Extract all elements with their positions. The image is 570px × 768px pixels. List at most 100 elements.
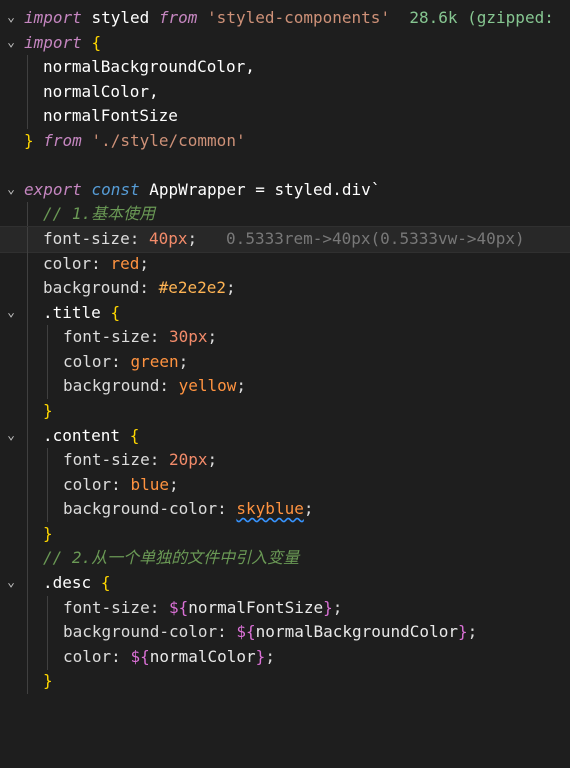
variable: normalFontSize xyxy=(188,598,324,617)
indent-guide xyxy=(27,104,28,129)
variable: normalColor xyxy=(149,647,256,666)
indent-guide xyxy=(47,596,48,621)
indent-guide xyxy=(27,645,28,670)
code-line-26[interactable]: background-color: ${normalBackgroundColo… xyxy=(0,620,570,645)
css-value: red xyxy=(110,254,140,273)
indent-guide xyxy=(47,473,48,498)
string: './style/common' xyxy=(91,131,246,150)
code-line-4[interactable]: normalColor, xyxy=(0,80,570,105)
indent-guide xyxy=(27,202,28,227)
brace: { xyxy=(100,573,111,592)
code-line-1[interactable]: ⌄ import styled from 'styled-components'… xyxy=(0,6,570,31)
fold-chevron-icon[interactable]: ⌄ xyxy=(0,31,22,56)
indent-guide xyxy=(27,424,28,449)
code-line-14[interactable]: font-size: 30px; xyxy=(0,325,570,350)
fold-chevron-icon[interactable]: ⌄ xyxy=(0,178,22,203)
semicolon: ; xyxy=(467,622,478,641)
code-line-3[interactable]: normalBackgroundColor, xyxy=(0,55,570,80)
code-line-9[interactable]: // 1.基本使用 xyxy=(0,202,570,227)
code-line-16[interactable]: background: yellow; xyxy=(0,374,570,399)
code-line-19[interactable]: font-size: 20px; xyxy=(0,448,570,473)
code-line-8[interactable]: ⌄ export const AppWrapper = styled.div` xyxy=(0,178,570,203)
css-value: #e2e2e2 xyxy=(158,278,227,297)
indent-guide xyxy=(27,669,28,694)
code-line-27[interactable]: color: ${normalColor}; xyxy=(0,645,570,670)
semicolon: ; xyxy=(303,499,314,518)
indent-guide xyxy=(27,596,28,621)
code-line-5[interactable]: normalFontSize xyxy=(0,104,570,129)
indent-guide xyxy=(27,350,28,375)
indent-guide xyxy=(47,374,48,399)
css-selector: .content xyxy=(43,426,121,445)
semicolon: ; xyxy=(226,278,236,297)
indent-guide xyxy=(27,399,28,424)
css-value: 30px xyxy=(168,327,208,346)
css-selector: .desc xyxy=(43,573,92,592)
css-property: color: xyxy=(63,647,121,666)
indent-guide xyxy=(27,325,28,350)
code-line-28[interactable]: } xyxy=(0,669,570,694)
code-line-2[interactable]: ⌄ import { xyxy=(0,31,570,56)
semicolon: ; xyxy=(236,376,247,395)
indent-guide xyxy=(27,227,28,252)
code-line-22[interactable]: } xyxy=(0,522,570,547)
indent-guide xyxy=(27,448,28,473)
brace: } xyxy=(43,524,53,543)
code-line-10[interactable]: font-size: 40px; 0.5333rem->40px(0.5333v… xyxy=(0,226,570,253)
css-property: background: xyxy=(63,376,169,395)
code-line-21[interactable]: background-color: skyblue; xyxy=(0,497,570,522)
fold-chevron-icon[interactable]: ⌄ xyxy=(0,424,22,449)
indent-guide xyxy=(47,350,48,375)
variable: normalBackgroundColor xyxy=(255,622,458,641)
keyword: import xyxy=(24,8,82,27)
identifier: normalFontSize xyxy=(43,106,178,125)
indent-guide xyxy=(27,80,28,105)
code-line-25[interactable]: font-size: ${normalFontSize}; xyxy=(0,596,570,621)
fold-chevron-icon[interactable]: ⌄ xyxy=(0,301,22,326)
indent-guide xyxy=(47,325,48,350)
indent-guide xyxy=(47,645,48,670)
identifier: styled.div` xyxy=(274,180,381,199)
indent-guide xyxy=(47,497,48,522)
comment: // 2.从一个单独的文件中引入变量 xyxy=(43,548,300,567)
css-property: background-color: xyxy=(63,499,227,518)
css-selector: .title xyxy=(43,303,101,322)
semicolon: ; xyxy=(207,450,218,469)
code-line-12[interactable]: background: #e2e2e2; xyxy=(0,276,570,301)
code-line-23[interactable]: // 2.从一个单独的文件中引入变量 xyxy=(0,546,570,571)
css-property: color: xyxy=(43,254,101,273)
keyword: export xyxy=(24,180,82,199)
css-property: font-size: xyxy=(63,327,160,346)
fold-chevron-icon[interactable]: ⌄ xyxy=(0,6,22,31)
code-line-17[interactable]: } xyxy=(0,399,570,424)
css-property: font-size: xyxy=(63,450,160,469)
code-line-11[interactable]: color: red; xyxy=(0,252,570,277)
code-line-15[interactable]: color: green; xyxy=(0,350,570,375)
code-line-20[interactable]: color: blue; xyxy=(0,473,570,498)
string: 'styled-components' xyxy=(207,8,391,27)
indent-guide xyxy=(27,522,28,547)
css-value: green xyxy=(130,352,179,371)
brace: } xyxy=(43,401,53,420)
identifier: AppWrapper xyxy=(149,180,246,199)
css-value: 40px xyxy=(148,229,188,248)
indent-guide xyxy=(27,301,28,326)
indent-guide xyxy=(27,473,28,498)
code-line-6[interactable]: } from './style/common' xyxy=(0,129,570,154)
semicolon: ; xyxy=(168,475,179,494)
css-value: blue xyxy=(130,475,169,494)
fold-chevron-icon[interactable]: ⌄ xyxy=(0,571,22,596)
template-interp-open: ${ xyxy=(236,622,256,641)
css-property: background: xyxy=(43,278,149,297)
css-value-with-warning[interactable]: skyblue xyxy=(236,499,303,518)
code-editor[interactable]: ⌄ import styled from 'styled-components'… xyxy=(0,0,570,713)
import-cost-hint: 28.6k (gzipped: xyxy=(409,8,554,27)
template-interp-close: } xyxy=(255,647,266,666)
indent-guide xyxy=(27,571,28,596)
brace: { xyxy=(110,303,121,322)
code-line-13[interactable]: ⌄ .title { xyxy=(0,301,570,326)
code-line-24[interactable]: ⌄ .desc { xyxy=(0,571,570,596)
code-line-18[interactable]: ⌄ .content { xyxy=(0,424,570,449)
semicolon: ; xyxy=(332,598,343,617)
operator: = xyxy=(245,180,275,199)
